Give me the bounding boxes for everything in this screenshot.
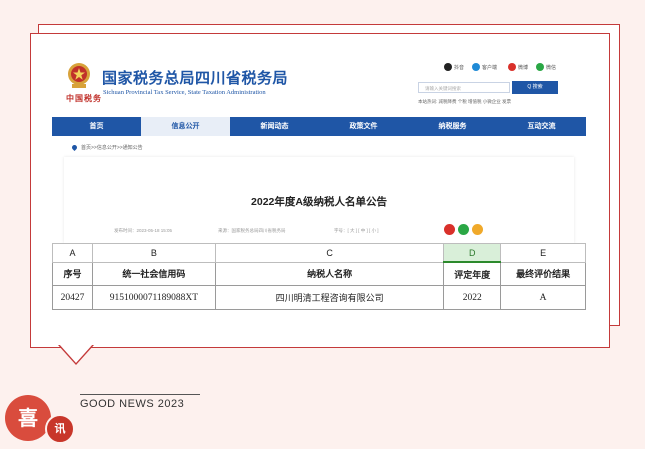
nav-info-disclosure[interactable]: 信息公开 [141,117,230,136]
header-cell[interactable]: 纳税人名称 [214,261,445,286]
share-weibo-icon[interactable] [444,224,455,235]
breadcrumb[interactable]: 首页>>信息公开>>通知公告 [70,143,143,152]
search-input[interactable]: 请输入关键词搜索 [418,82,510,93]
column-letter-row: A B C D E [52,243,586,263]
nav-policy[interactable]: 政策文件 [319,117,408,136]
nav-interaction[interactable]: 互动交流 [497,117,586,136]
wechat-icon [536,63,544,71]
column-letter[interactable]: E [500,243,586,263]
nav-tax-service[interactable]: 纳税服务 [408,117,497,136]
weibo-icon [508,63,516,71]
site-subtitle: Sichuan Provincial Tax Service, State Ta… [103,89,266,96]
share-wechat-icon[interactable] [458,224,469,235]
tax-emblem-icon [68,63,90,88]
social-weibo[interactable]: 微博 [508,63,528,71]
header-cell[interactable]: 序号 [52,261,93,286]
social-wechat[interactable]: 微信 [536,63,556,71]
column-letter[interactable]: A [52,243,93,263]
cell-credit-code[interactable]: 9151000071189088XT [91,285,216,310]
column-letter-selected[interactable]: D [443,243,502,263]
header-cell[interactable]: 统一社会信用码 [91,261,216,286]
header-cell[interactable]: 评定年度 [443,261,502,286]
social-douyin[interactable]: 抖音 [444,63,464,71]
column-letter[interactable]: C [214,243,445,263]
cell-index[interactable]: 20427 [52,285,93,310]
tagline-divider [80,394,200,395]
social-app[interactable]: 客户端 [472,63,497,71]
location-pin-icon [70,143,79,152]
badge-xun: 讯 [45,414,75,444]
nav-home[interactable]: 首页 [52,117,141,136]
taxpayer-table: A B C D E 序号 统一社会信用码 纳税人名称 评定年度 最终评价结果 2… [52,243,586,310]
emblem-text: 中国税务 [66,93,102,103]
hot-words[interactable]: 本站热词: 减税降费 个税 增值税 小微企业 发票 [418,99,511,105]
share-favorite-icon[interactable] [472,224,483,235]
search-button[interactable]: Q 搜索 [512,81,558,94]
article-source: 来源：国家税务总局四川省税务局 [218,228,286,233]
site-header: 中国税务 国家税务总局四川省税务局 Sichuan Provincial Tax… [52,53,586,115]
publish-time: 发布时间：2023-05-18 15:05 [114,228,173,233]
good-news-tagline: GOOD NEWS 2023 [80,398,185,410]
site-title[interactable]: 国家税务总局四川省税务局 [102,67,288,88]
header-cell[interactable]: 最终评价结果 [500,261,586,286]
article-title: 2022年度A级纳税人名单公告 [251,196,387,208]
app-icon [472,63,480,71]
table-header-row: 序号 统一社会信用码 纳税人名称 评定年度 最终评价结果 [52,261,586,286]
badge-xi: 喜 [5,395,51,441]
nav-news[interactable]: 新闻动态 [230,117,319,136]
column-letter[interactable]: B [91,243,216,263]
spreadsheet-overlay: A B C D E 序号 统一社会信用码 纳税人名称 评定年度 最终评价结果 2… [52,243,586,315]
website-screenshot: 中国税务 国家税务总局四川省税务局 Sichuan Provincial Tax… [52,53,586,315]
font-size-control[interactable]: 字号：[ 大 ] [ 中 ] [ 小 ] [334,228,379,234]
cell-year[interactable]: 2022 [443,285,502,310]
cell-rating[interactable]: A [500,285,586,310]
main-nav: 首页 信息公开 新闻动态 政策文件 纳税服务 互动交流 [52,117,586,136]
cell-taxpayer-name[interactable]: 四川明清工程咨询有限公司 [214,285,445,310]
table-row: 20427 9151000071189088XT 四川明清工程咨询有限公司 20… [52,285,586,310]
douyin-icon [444,63,452,71]
